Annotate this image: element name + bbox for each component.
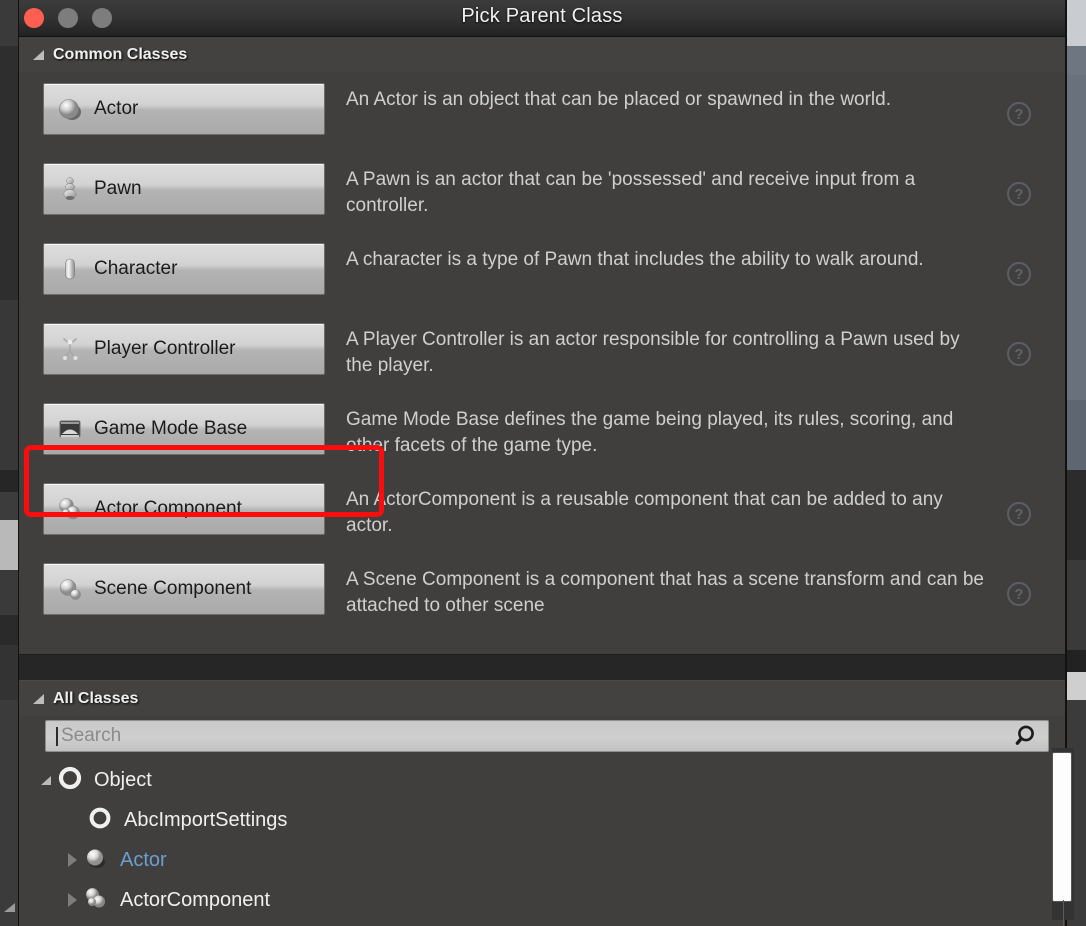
expander-down-icon[interactable] [37,775,55,785]
class-row: Player Controller A Player Controller is… [19,314,1065,394]
help-column: ? [986,102,1052,126]
class-description: A Player Controller is an actor responsi… [346,329,960,376]
class-label: Actor [94,98,139,119]
scene-component-icon [57,576,83,602]
class-description: An ActorComponent is a reusable componen… [346,489,943,536]
pick-parent-class-dialog: Pick Parent Class Common Classes Actor A… [19,0,1065,926]
game-mode-base-icon [57,416,83,442]
class-row: Scene Component A Scene Component is a c… [19,554,1065,634]
help-icon[interactable]: ? [1007,342,1031,366]
text-caret [56,726,58,746]
window-title: Pick Parent Class [461,5,623,27]
class-description: A Scene Component is a component that ha… [346,569,984,616]
tree-item-label: AbcImportSettings [124,808,288,831]
class-row: Character A character is a type of Pawn … [19,234,1065,314]
actor-sphere-icon [57,96,83,122]
tree-scrollbar-rail [1063,900,1064,926]
help-icon[interactable]: ? [1007,502,1031,526]
expander-right-icon[interactable] [63,853,81,867]
search-wrapper: Search [45,720,1049,752]
tree-item-label: Object [94,768,152,791]
common-classes-list: Actor An Actor is an object that can be … [19,72,1065,634]
panel-divider [19,654,1065,681]
player-controller-icon [57,336,83,362]
tree-scrollbar-thumb[interactable] [1052,752,1072,902]
actor-sphere-icon [83,845,111,876]
class-label: Actor Component [94,498,242,519]
class-row: Actor Component An ActorComponent is a r… [19,474,1065,554]
class-row: Actor An Actor is an object that can be … [19,74,1065,154]
search-input[interactable]: Search [45,720,1049,752]
class-description: An Actor is an object that can be placed… [346,89,891,110]
character-capsule-icon [57,256,83,282]
class-row: Game Mode Base Game Mode Base defines th… [19,394,1065,474]
background-triangle-icon [4,903,15,912]
class-button-game-mode-base[interactable]: Game Mode Base [43,403,325,455]
class-button-actor-component[interactable]: Actor Component [43,483,325,535]
help-icon[interactable]: ? [1007,582,1031,606]
help-icon[interactable]: ? [1007,262,1031,286]
class-button-pawn[interactable]: Pawn [43,163,325,215]
help-icon[interactable]: ? [1007,102,1031,126]
object-ring-icon [87,805,115,836]
all-classes-title: All Classes [53,690,139,707]
dialog-body: Common Classes Actor An Actor is an obje… [19,37,1065,926]
collapse-triangle-icon[interactable] [33,694,44,704]
class-description: A character is a type of Pawn that inclu… [346,249,924,270]
tree-item-abcimportsettings[interactable]: AbcImportSettings [19,800,1065,840]
tree-item-actor[interactable]: Actor [19,840,1065,880]
help-column: ? [986,342,1052,366]
help-icon[interactable]: ? [1007,182,1031,206]
title-bar: Pick Parent Class [19,0,1065,37]
common-classes-title: Common Classes [53,46,188,63]
all-classes-header[interactable]: All Classes [19,681,1065,716]
actor-component-icon [83,885,111,916]
actor-component-icon [57,496,83,522]
help-column: ? [986,582,1052,606]
tree-item-label: ActorComponent [120,888,271,911]
tree-item-aisense[interactable]: AISense [19,920,1065,926]
class-row: Pawn A Pawn is an actor that can be 'pos… [19,154,1065,234]
class-button-scene-component[interactable]: Scene Component [43,563,325,615]
tree-item-actorcomponent[interactable]: ActorComponent [19,880,1065,920]
expander-right-icon[interactable] [63,893,81,907]
class-description: A Pawn is an actor that can be 'possesse… [346,169,916,216]
class-button-actor[interactable]: Actor [43,83,325,135]
class-description: Game Mode Base defines the game being pl… [346,409,954,456]
class-button-character[interactable]: Character [43,243,325,295]
search-icon[interactable] [1014,723,1040,749]
pawn-icon [57,176,83,202]
class-tree: Object AbcImportSettings Actor ActorComp… [19,760,1065,926]
all-classes-panel: All Classes Search Object AbcImportSetti… [19,680,1065,926]
help-column: ? [986,502,1052,526]
common-classes-panel: Common Classes Actor An Actor is an obje… [19,37,1065,654]
class-label: Game Mode Base [94,418,248,439]
tree-item-label: Actor [120,848,167,871]
screen: Pick Parent Class Common Classes Actor A… [0,0,1086,926]
collapse-triangle-icon[interactable] [33,50,44,60]
object-ring-icon [57,765,85,796]
tree-item-object[interactable]: Object [19,760,1065,800]
background-left-panel [0,0,19,926]
class-label: Player Controller [94,338,236,359]
class-label: Pawn [94,178,142,199]
class-label: Scene Component [94,578,252,599]
common-classes-header[interactable]: Common Classes [19,37,1065,72]
help-column: ? [986,262,1052,286]
search-placeholder: Search [61,725,122,746]
class-label: Character [94,258,178,279]
class-button-player-controller[interactable]: Player Controller [43,323,325,375]
help-column: ? [986,182,1052,206]
